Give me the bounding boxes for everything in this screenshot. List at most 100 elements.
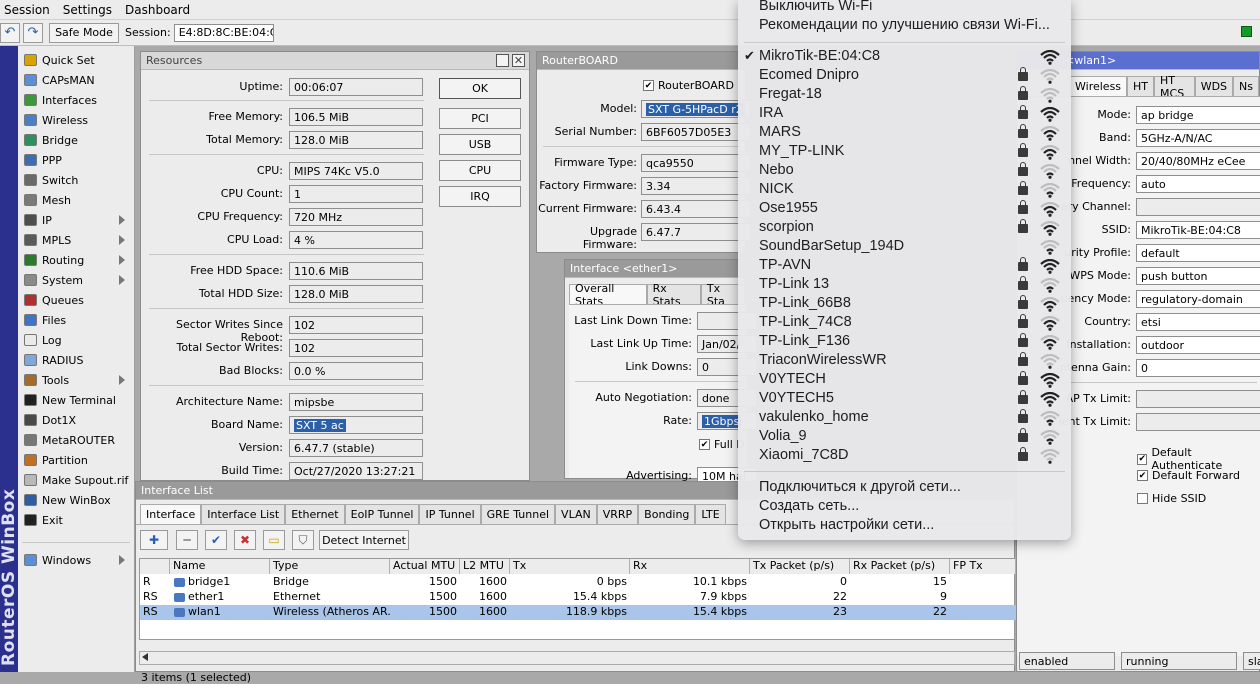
sidebar-item-mpls[interactable]: MPLS xyxy=(20,230,133,250)
session-field[interactable]: E4:8D:8C:BE:04:C9 xyxy=(173,23,274,42)
tab-ht-mcs[interactable]: HT MCS xyxy=(1154,74,1195,100)
disable-button[interactable]: ✖ xyxy=(234,530,256,550)
column-header[interactable]: Tx xyxy=(510,559,630,574)
tab-gre-tunnel[interactable]: GRE Tunnel xyxy=(480,504,556,524)
wlan1-value[interactable]: push button xyxy=(1136,267,1260,285)
tab-ethernet[interactable]: Ethernet xyxy=(285,504,345,524)
sidebar-item-quick-set[interactable]: Quick Set xyxy=(20,50,133,70)
close-icon[interactable]: ✕ xyxy=(512,54,525,67)
maximize-icon[interactable] xyxy=(496,54,509,67)
column-header[interactable]: Rx Packet (p/s) xyxy=(850,559,950,574)
pci-button[interactable]: PCI xyxy=(439,108,521,129)
column-header[interactable]: Tx Packet (p/s) xyxy=(750,559,850,574)
menu-dashboard[interactable]: Dashboard xyxy=(121,3,199,17)
wifi-network-item[interactable]: ✔ MikroTik-BE:04:C8 xyxy=(738,48,1071,67)
sidebar-item-system[interactable]: System xyxy=(20,270,133,290)
column-header[interactable] xyxy=(140,559,170,574)
wlan1-value[interactable] xyxy=(1136,413,1260,431)
wifi-network-item[interactable]: vakulenko_home xyxy=(738,409,1071,428)
detect-internet-button[interactable]: Detect Internet xyxy=(319,530,409,550)
wifi-network-item[interactable]: Nebo xyxy=(738,162,1071,181)
tab-vrrp[interactable]: VRRP xyxy=(596,504,639,524)
column-header[interactable]: L2 MTU xyxy=(460,559,510,574)
sidebar-item-windows[interactable]: Windows xyxy=(20,550,133,570)
sidebar-item-switch[interactable]: Switch xyxy=(20,170,133,190)
tab-rx-stats[interactable]: Rx Stats xyxy=(646,282,701,308)
column-header[interactable]: Actual MTU xyxy=(390,559,460,574)
wifi-network-item[interactable]: Fregat-18 xyxy=(738,86,1071,105)
remove-button[interactable]: ━ xyxy=(176,530,198,550)
network-preferences-item[interactable]: Открыть настройки сети... xyxy=(759,517,934,533)
sidebar-item-ip[interactable]: IP xyxy=(20,210,133,230)
table-row[interactable]: RS wlan1 Wireless (Atheros AR... 1500 1600 11… xyxy=(140,605,1016,620)
wlan1-value[interactable]: outdoor xyxy=(1136,336,1260,354)
column-header[interactable]: Name xyxy=(170,559,270,574)
wlan1-value[interactable]: etsi xyxy=(1136,313,1260,331)
wlan1-value[interactable] xyxy=(1136,198,1260,216)
menu-settings[interactable]: Settings xyxy=(59,3,121,17)
column-header[interactable]: Type xyxy=(270,559,390,574)
wifi-network-item[interactable]: IRA xyxy=(738,105,1071,124)
wlan1-checkbox[interactable]: ✔ Default Forward xyxy=(1137,469,1240,482)
tab-wireless[interactable]: Wireless xyxy=(1069,76,1128,96)
wifi-network-item[interactable]: scorpion xyxy=(738,219,1071,238)
tab-lte[interactable]: LTE xyxy=(695,504,726,524)
sidebar-item-files[interactable]: Files xyxy=(20,310,133,330)
wifi-network-item[interactable]: TP-Link 13 xyxy=(738,276,1071,295)
sidebar-item-routing[interactable]: Routing xyxy=(20,250,133,270)
tab-eoip-tunnel[interactable]: EoIP Tunnel xyxy=(344,504,420,524)
wifi-network-item[interactable]: V0YTECH5 xyxy=(738,390,1071,409)
wifi-network-item[interactable]: TriaconWirelessWR xyxy=(738,352,1071,371)
wlan1-value[interactable]: 20/40/80MHz eCee xyxy=(1136,152,1260,170)
wifi-network-item[interactable]: TP-Link_F136 xyxy=(738,333,1071,352)
undo-button[interactable]: ↶ xyxy=(0,22,20,43)
wifi-network-item[interactable]: Volia_9 xyxy=(738,428,1071,447)
tab-ns[interactable]: Ns xyxy=(1233,76,1259,96)
tab-wds[interactable]: WDS xyxy=(1194,76,1234,96)
column-header[interactable]: Rx xyxy=(630,559,750,574)
wlan1-value[interactable]: auto xyxy=(1136,175,1260,193)
filter-button[interactable]: ⛉ xyxy=(292,530,314,550)
add-button[interactable]: ✚ xyxy=(140,530,168,550)
comment-button[interactable]: ▭ xyxy=(263,530,285,550)
routerboard-checkbox[interactable]: ✔ RouterBOARD xyxy=(643,79,734,92)
wifi-recommendations-item[interactable]: Рекомендации по улучшению связи Wi-Fi... xyxy=(759,17,1050,33)
wifi-network-item[interactable]: Xiaomi_7C8D xyxy=(738,447,1071,466)
wlan1-value[interactable]: default xyxy=(1136,244,1260,262)
wlan1-checkbox[interactable]: Hide SSID xyxy=(1137,492,1206,505)
safe-mode-button[interactable]: Safe Mode xyxy=(49,22,119,43)
sidebar-item-dot1x[interactable]: Dot1X xyxy=(20,410,133,430)
sidebar-item-queues[interactable]: Queues xyxy=(20,290,133,310)
tab-interface[interactable]: Interface xyxy=(140,504,202,524)
sidebar-item-metarouter[interactable]: MetaROUTER xyxy=(20,430,133,450)
wifi-network-item[interactable]: TP-Link_74C8 xyxy=(738,314,1071,333)
wlan1-value[interactable]: ap bridge xyxy=(1136,106,1260,124)
sidebar-item-radius[interactable]: RADIUS xyxy=(20,350,133,370)
usb-button[interactable]: USB xyxy=(439,134,521,155)
wifi-network-item[interactable]: SoundBarSetup_194D xyxy=(738,238,1071,257)
table-row[interactable]: Rbridge1 Bridge 1500 1600 0 bps 10.1 kbps 0 15 xyxy=(140,575,1016,590)
enable-button[interactable]: ✔ xyxy=(205,530,227,550)
wlan1-value[interactable] xyxy=(1136,390,1260,408)
sidebar-item-mesh[interactable]: Mesh xyxy=(20,190,133,210)
scroll-left-icon[interactable] xyxy=(142,653,148,661)
wifi-network-item[interactable]: Ecomed Dnipro xyxy=(738,67,1071,86)
sidebar-item-interfaces[interactable]: Interfaces xyxy=(20,90,133,110)
tab-ip-tunnel[interactable]: IP Tunnel xyxy=(419,504,481,524)
column-header[interactable]: FP Tx xyxy=(950,559,1016,574)
irq-button[interactable]: IRQ xyxy=(439,186,521,207)
sidebar-item-new-terminal[interactable]: New Terminal xyxy=(20,390,133,410)
menu-session[interactable]: Session xyxy=(0,3,59,17)
join-other-network-item[interactable]: Подключиться к другой сети... xyxy=(759,479,961,495)
sidebar-item-new-winbox[interactable]: New WinBox xyxy=(20,490,133,510)
tab-interface-list[interactable]: Interface List xyxy=(201,504,286,524)
create-network-item[interactable]: Создать сеть... xyxy=(759,498,859,514)
tab-ht[interactable]: HT xyxy=(1127,76,1155,96)
wlan1-value[interactable]: regulatory-domain xyxy=(1136,290,1260,308)
wifi-network-item[interactable]: TP-Link_66B8 xyxy=(738,295,1071,314)
cpu-button[interactable]: CPU xyxy=(439,160,521,181)
wifi-network-item[interactable]: Ose1955 xyxy=(738,200,1071,219)
table-row[interactable]: RS ether1 Ethernet 1500 1600 15.4 kbps 7.9 kbp… xyxy=(140,590,1016,605)
wifi-network-item[interactable]: V0YTECH xyxy=(738,371,1071,390)
sidebar-item-wireless[interactable]: Wireless xyxy=(20,110,133,130)
